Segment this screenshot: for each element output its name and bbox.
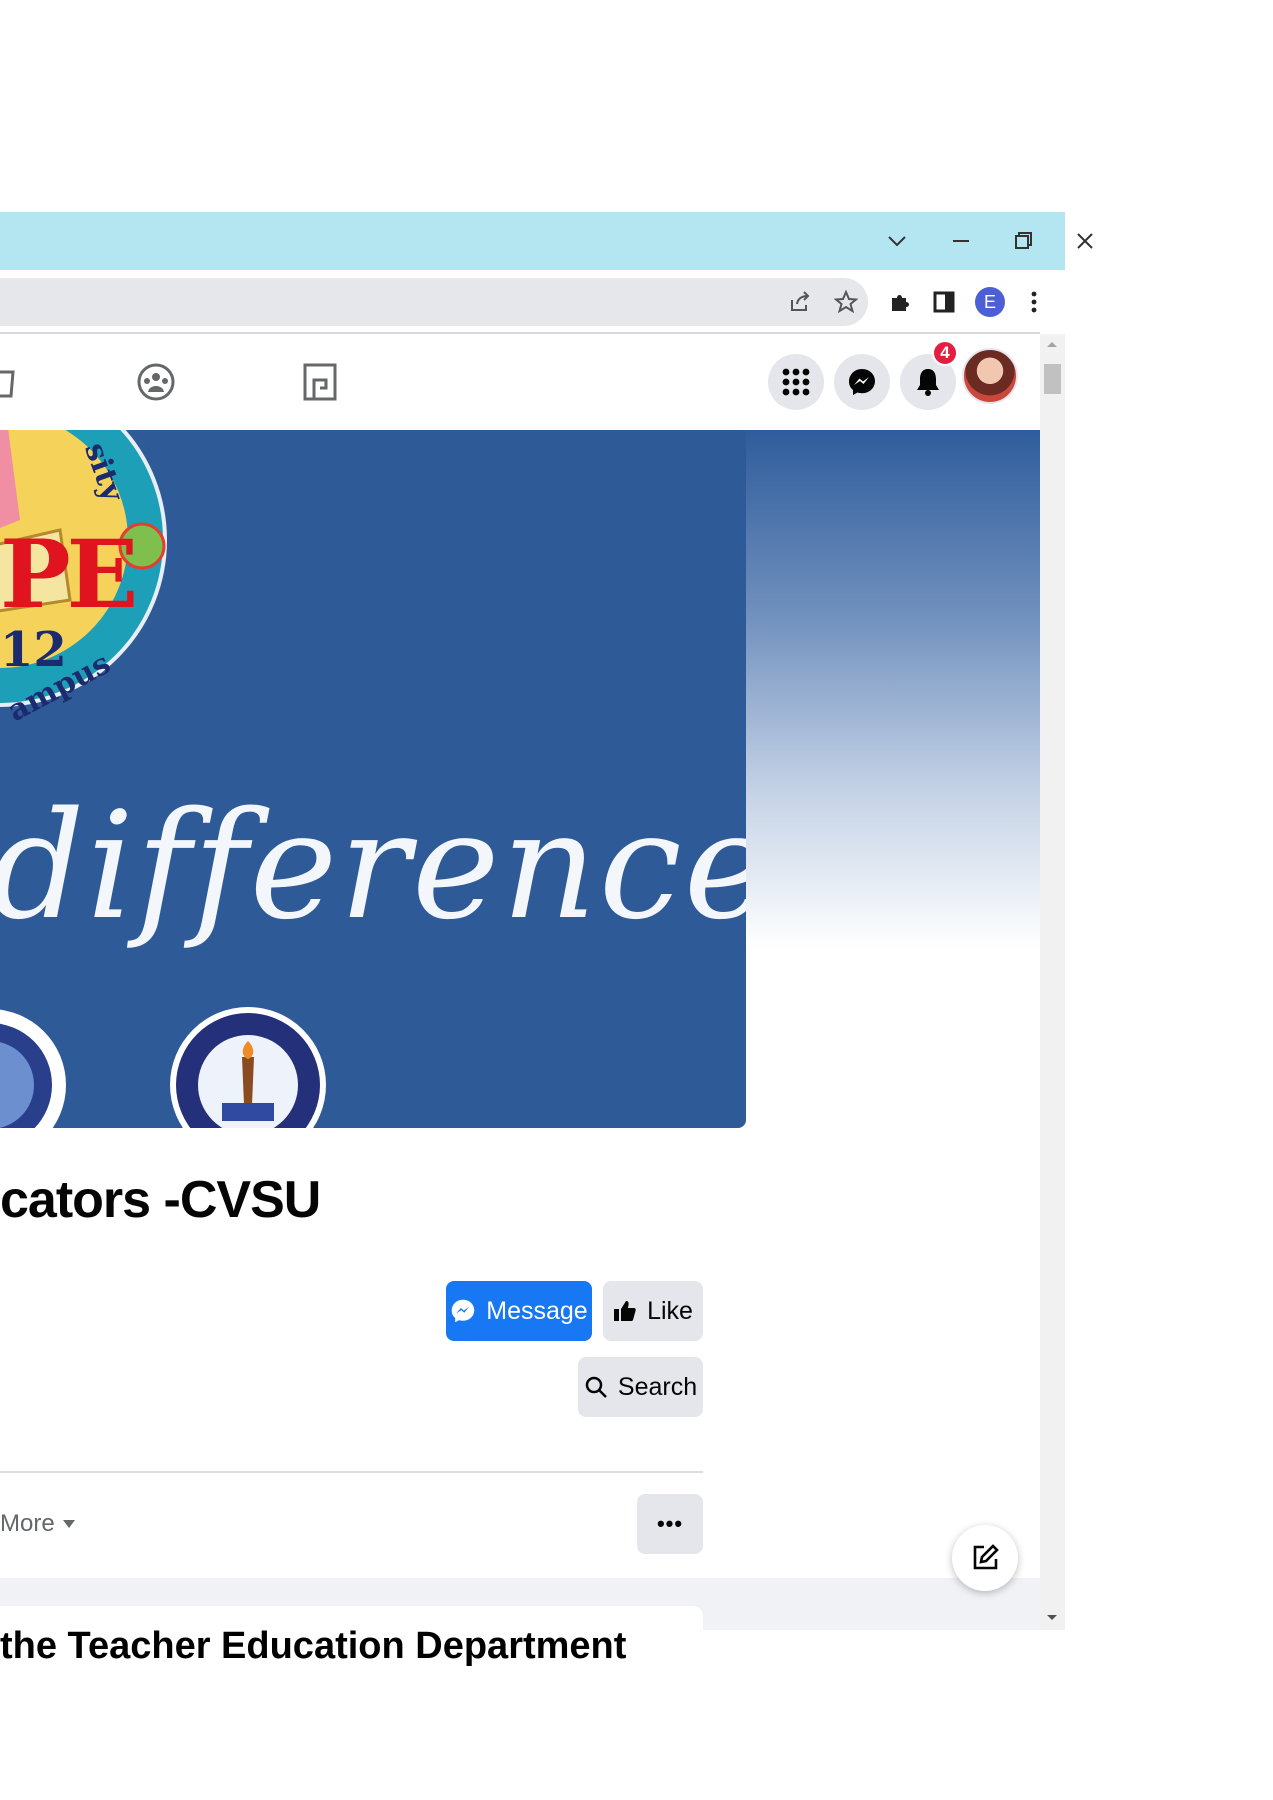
cover-quote-text: difference." xyxy=(0,780,746,952)
side-panel-button[interactable] xyxy=(924,282,964,322)
address-bar[interactable] xyxy=(0,278,868,326)
profile-button[interactable]: E xyxy=(970,282,1010,322)
tabs-divider xyxy=(0,1471,703,1473)
search-icon xyxy=(585,1376,607,1398)
compose-icon xyxy=(973,1544,999,1570)
cover-photo[interactable]: PE 12 sity ampus difference." 2018 xyxy=(0,430,746,1128)
nav-tab-marketplace[interactable] xyxy=(0,352,30,412)
gaming-icon xyxy=(303,363,337,401)
like-button-label: Like xyxy=(647,1296,693,1325)
more-tab-label: More xyxy=(0,1510,55,1537)
message-button-label: Message xyxy=(486,1296,588,1325)
scroll-up-arrow-icon[interactable] xyxy=(1046,340,1058,348)
university-seal-left xyxy=(0,1009,66,1128)
nav-tab-gaming[interactable] xyxy=(290,352,350,412)
search-button-label: Search xyxy=(617,1372,698,1401)
caret-down-icon xyxy=(62,1520,75,1528)
university-seal-right xyxy=(170,1007,326,1128)
bell-icon xyxy=(917,369,939,396)
page-options-button[interactable]: ••• xyxy=(637,1494,703,1554)
notification-count-badge: 4 xyxy=(932,340,958,366)
close-icon xyxy=(1077,233,1093,249)
more-tab[interactable]: More xyxy=(0,1510,75,1538)
close-window-button[interactable] xyxy=(1054,212,1116,270)
minimize-button[interactable] xyxy=(930,212,992,270)
extensions-button[interactable] xyxy=(880,282,920,322)
messenger-button[interactable] xyxy=(834,354,890,410)
page-scrollbar[interactable] xyxy=(1040,334,1065,1630)
shop-icon xyxy=(0,370,15,398)
minimize-icon xyxy=(953,240,969,242)
message-button[interactable]: Message xyxy=(446,1281,592,1341)
account-avatar[interactable] xyxy=(962,348,1018,404)
new-message-button[interactable] xyxy=(952,1525,1018,1591)
page-title: cators -CVSU xyxy=(0,1171,321,1229)
chevron-down-icon xyxy=(888,236,906,247)
thumbs-up-icon xyxy=(614,1301,636,1321)
kebab-menu-icon xyxy=(1031,291,1037,313)
profile-avatar: E xyxy=(975,287,1005,317)
scroll-down-arrow-icon[interactable] xyxy=(1046,1614,1058,1622)
share-button[interactable] xyxy=(780,282,820,322)
browser-menu-button[interactable] xyxy=(1014,282,1054,322)
document-caption: the Teacher Education Department xyxy=(0,1625,627,1667)
browser-toolbar: E xyxy=(0,270,1065,334)
logo-text-pe: PE xyxy=(0,520,138,630)
restore-button[interactable] xyxy=(992,212,1054,270)
restore-icon xyxy=(1015,232,1032,249)
share-icon xyxy=(791,291,810,311)
messenger-icon xyxy=(849,369,875,395)
bookmark-button[interactable] xyxy=(826,282,866,322)
puzzle-icon xyxy=(892,295,909,311)
groups-icon xyxy=(137,363,175,401)
side-panel-icon xyxy=(933,291,955,313)
search-button[interactable]: Search xyxy=(578,1357,703,1417)
browser-title-bar xyxy=(0,212,1093,270)
menu-button[interactable] xyxy=(768,354,824,410)
like-button[interactable]: Like xyxy=(603,1281,703,1341)
facebook-nav-bar xyxy=(0,334,1040,431)
scrollbar-thumb[interactable] xyxy=(1044,364,1061,394)
tab-search-button[interactable] xyxy=(866,212,928,270)
messenger-icon xyxy=(451,1299,475,1323)
cover-backdrop-gradient xyxy=(746,430,1040,950)
grid-menu-icon xyxy=(782,368,810,396)
star-icon xyxy=(834,290,858,314)
nav-tab-groups[interactable] xyxy=(126,352,186,412)
